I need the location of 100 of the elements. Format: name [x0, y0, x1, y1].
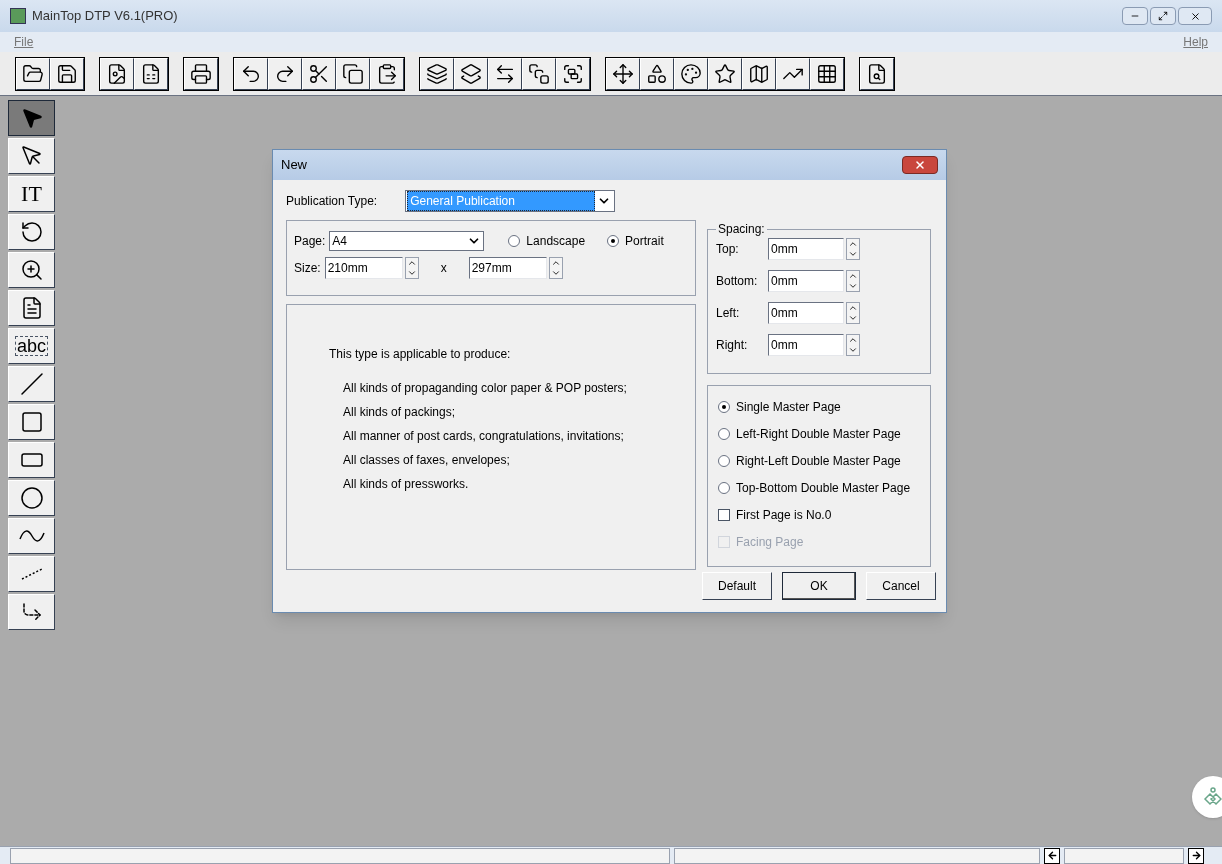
- field-label: Page:: [294, 233, 326, 250]
- close-icon: [914, 159, 926, 171]
- input-field[interactable]: 210mm: [324, 257, 403, 279]
- toolbar-button[interactable]: [336, 57, 370, 90]
- field-label: Top:: [716, 241, 740, 258]
- toolbar-button[interactable]: [522, 57, 556, 90]
- rectangle-icon: [19, 410, 44, 434]
- tool-label: IT: [21, 183, 42, 205]
- layers-icon: [426, 62, 448, 85]
- radio-button[interactable]: [508, 235, 521, 247]
- clipboard-icon: [376, 62, 398, 85]
- map-icon: [748, 62, 770, 85]
- tool-label: abc: [15, 336, 48, 356]
- scroll-left-button[interactable]: [1044, 847, 1060, 864]
- checkbox[interactable]: [718, 509, 730, 521]
- tool-button[interactable]: IT: [8, 176, 55, 212]
- toolbar-button[interactable]: [454, 57, 488, 90]
- app-icon: [10, 8, 26, 24]
- input-field[interactable]: 0mm: [768, 270, 844, 292]
- maximize-button[interactable]: [1150, 7, 1176, 25]
- toolbar-button[interactable]: [234, 57, 268, 90]
- spin-control[interactable]: [846, 270, 860, 292]
- toolbar-button[interactable]: [184, 57, 218, 90]
- toolbar-button[interactable]: [100, 57, 134, 90]
- toolbar-button[interactable]: [860, 57, 894, 90]
- toolbar-button[interactable]: [674, 57, 708, 90]
- menu-item[interactable]: File: [14, 33, 34, 51]
- toolbar-button[interactable]: [268, 57, 302, 90]
- spin-control[interactable]: [846, 238, 860, 260]
- toolbar-button[interactable]: [556, 57, 590, 90]
- scroll-right-button[interactable]: [1188, 847, 1204, 864]
- radio-label: Single Master Page: [736, 399, 841, 416]
- printer-icon: [190, 62, 212, 85]
- left-right-arrows-icon: [494, 62, 516, 85]
- field-label: Publication Type:: [286, 193, 378, 210]
- toolbar-button[interactable]: [302, 57, 336, 90]
- description-item: All classes of faxes, envelopes;: [342, 452, 511, 469]
- input-field[interactable]: 0mm: [768, 238, 844, 260]
- shapes-icon: [646, 62, 668, 85]
- radio-button[interactable]: [718, 401, 730, 413]
- toolbar-button[interactable]: [742, 57, 776, 90]
- description-item: All kinds of packings;: [342, 404, 457, 421]
- right-arrow-icon: [1190, 850, 1202, 861]
- toolbar-button[interactable]: [50, 57, 84, 90]
- toolbar-button[interactable]: [16, 57, 50, 90]
- menu-item[interactable]: Help: [1183, 33, 1208, 51]
- input-field[interactable]: 297mm: [468, 257, 547, 279]
- description-intro: This type is applicable to produce:: [329, 346, 512, 363]
- toolbar-button[interactable]: [134, 57, 168, 90]
- floating-widget[interactable]: [1192, 776, 1222, 818]
- radio-label: Right-Left Double Master Page: [736, 453, 901, 470]
- spin-control[interactable]: [548, 257, 563, 279]
- toolbar-button[interactable]: [606, 57, 640, 90]
- toolbar-button[interactable]: [776, 57, 810, 90]
- checkbox-label: First Page is No.0: [736, 507, 832, 524]
- field-label: Bottom:: [716, 273, 759, 290]
- dialog-button[interactable]: Cancel: [866, 572, 936, 600]
- zoom-icon: [19, 258, 44, 282]
- stacked-squares-icon: [528, 62, 550, 85]
- radio-label: Left-Right Double Master Page: [736, 426, 901, 443]
- window-title: MainTop DTP V6.1(PRO): [32, 7, 178, 26]
- spin-control[interactable]: [846, 334, 860, 356]
- tool-button[interactable]: abc: [8, 328, 55, 364]
- toolbar-button[interactable]: [420, 57, 454, 90]
- input-field[interactable]: 0mm: [768, 334, 844, 356]
- checkbox-label: Facing Page: [736, 534, 804, 551]
- toolbar-button[interactable]: [640, 57, 674, 90]
- folder-icon: [22, 62, 44, 85]
- spin-control[interactable]: [404, 257, 419, 279]
- radio-button[interactable]: [607, 235, 620, 247]
- dotted-line-icon: [20, 568, 43, 580]
- image-file-icon: [106, 62, 128, 85]
- input-field[interactable]: 0mm: [768, 302, 844, 324]
- separator-label: x: [440, 260, 447, 277]
- radio-button[interactable]: [718, 455, 730, 467]
- field-label: Size:: [294, 260, 321, 277]
- dialog-button[interactable]: OK: [782, 572, 856, 600]
- radio-label: Landscape: [526, 233, 586, 250]
- pointer-icon: [19, 144, 44, 168]
- close-button[interactable]: [902, 156, 938, 174]
- toolbar-button[interactable]: [370, 57, 404, 90]
- diamond-icon: [1203, 787, 1222, 807]
- star-icon: [714, 62, 736, 85]
- toolbar-button[interactable]: [810, 57, 844, 90]
- dropdown[interactable]: A4: [329, 231, 485, 251]
- dialog-title: New: [281, 156, 307, 175]
- close-icon: [1189, 10, 1201, 22]
- copy-icon: [342, 62, 364, 85]
- dialog-button[interactable]: Default: [702, 572, 772, 600]
- spin-control[interactable]: [846, 302, 860, 324]
- minimize-button[interactable]: [1122, 7, 1148, 25]
- file-search-icon: [866, 62, 888, 85]
- grid-file-icon: [140, 62, 162, 85]
- radio-button[interactable]: [718, 482, 730, 494]
- toolbar-button[interactable]: [708, 57, 742, 90]
- toolbar-button[interactable]: [488, 57, 522, 90]
- close-button[interactable]: [1178, 7, 1212, 25]
- radio-button[interactable]: [718, 428, 730, 440]
- radio-label: Portrait: [625, 233, 664, 250]
- grid-icon: [816, 62, 838, 85]
